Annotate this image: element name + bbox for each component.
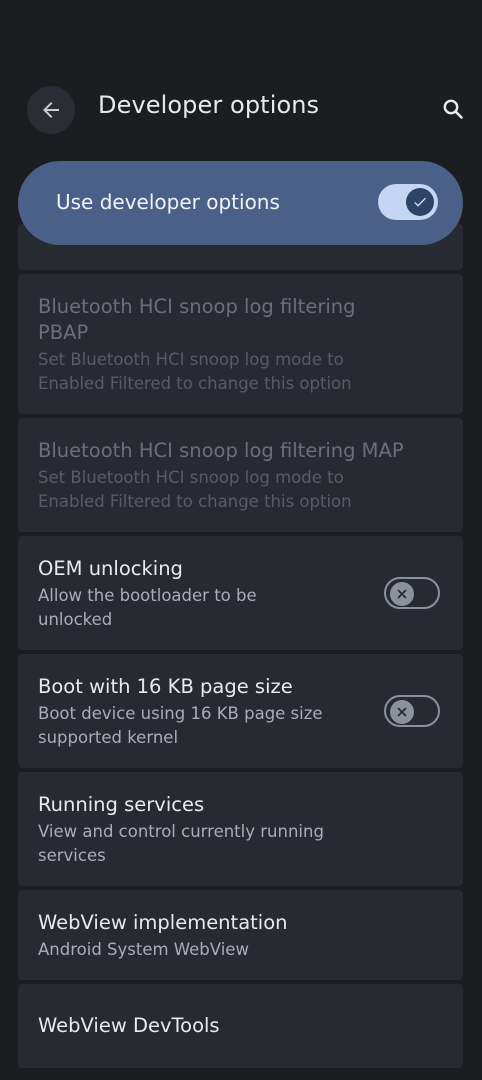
setting-webview-devtools[interactable]: WebView DevTools xyxy=(18,984,463,1068)
check-icon xyxy=(414,197,426,207)
setting-title: WebView implementation xyxy=(38,911,288,934)
search-icon xyxy=(443,99,463,119)
setting-title: Boot with 16 KB page size xyxy=(38,675,293,698)
setting-summary: Enabled Filtered to change this option xyxy=(38,492,352,511)
setting-summary: View and control currently running xyxy=(38,822,324,841)
back-button[interactable] xyxy=(27,86,75,134)
setting-running-services[interactable]: Running services View and control curren… xyxy=(18,772,463,886)
setting-title: WebView DevTools xyxy=(38,1014,220,1037)
use-developer-options-switch[interactable]: Use developer options xyxy=(18,161,463,245)
setting-boot-16kb[interactable]: Boot with 16 KB page size Boot device us… xyxy=(18,654,463,768)
page-title: Developer options xyxy=(98,91,320,119)
setting-summary: supported kernel xyxy=(38,728,179,747)
setting-summary: Android System WebView xyxy=(38,940,249,959)
toggle-knob xyxy=(406,188,434,216)
setting-summary: unlocked xyxy=(38,610,113,629)
close-icon xyxy=(397,707,407,717)
setting-summary: Allow the bootloader to be xyxy=(38,586,257,605)
setting-bt-snoop-map: Bluetooth HCI snoop log filtering MAP Se… xyxy=(18,418,463,532)
setting-summary: Enabled Filtered to change this option xyxy=(38,374,352,393)
top-app-bar: Developer options xyxy=(0,0,482,160)
setting-summary: Set Bluetooth HCI snoop log mode to xyxy=(38,468,344,487)
setting-summary: services xyxy=(38,846,106,865)
oem-unlocking-toggle[interactable] xyxy=(384,577,440,609)
developer-options-toggle[interactable] xyxy=(378,184,438,220)
toggle-knob xyxy=(390,582,414,606)
setting-title: Running services xyxy=(38,793,205,816)
boot-16kb-toggle[interactable] xyxy=(384,695,440,727)
setting-oem-unlocking[interactable]: OEM unlocking Allow the bootloader to be… xyxy=(18,536,463,650)
search-button[interactable] xyxy=(436,92,470,126)
setting-summary: Set Bluetooth HCI snoop log mode to xyxy=(38,350,344,369)
setting-title: Bluetooth HCI snoop log filtering MAP xyxy=(38,439,404,462)
setting-summary: Boot device using 16 KB page size xyxy=(38,704,323,723)
setting-title: Bluetooth HCI snoop log filtering xyxy=(38,295,356,318)
setting-bt-snoop-pbap: Bluetooth HCI snoop log filtering PBAP S… xyxy=(18,274,463,414)
close-icon xyxy=(397,589,407,599)
setting-title: OEM unlocking xyxy=(38,557,183,580)
toggle-knob xyxy=(390,700,414,724)
arrow-back-icon xyxy=(43,102,59,118)
setting-webview-implementation[interactable]: WebView implementation Android System We… xyxy=(18,890,463,980)
use-developer-options-label: Use developer options xyxy=(56,190,280,214)
setting-title: PBAP xyxy=(38,321,89,344)
